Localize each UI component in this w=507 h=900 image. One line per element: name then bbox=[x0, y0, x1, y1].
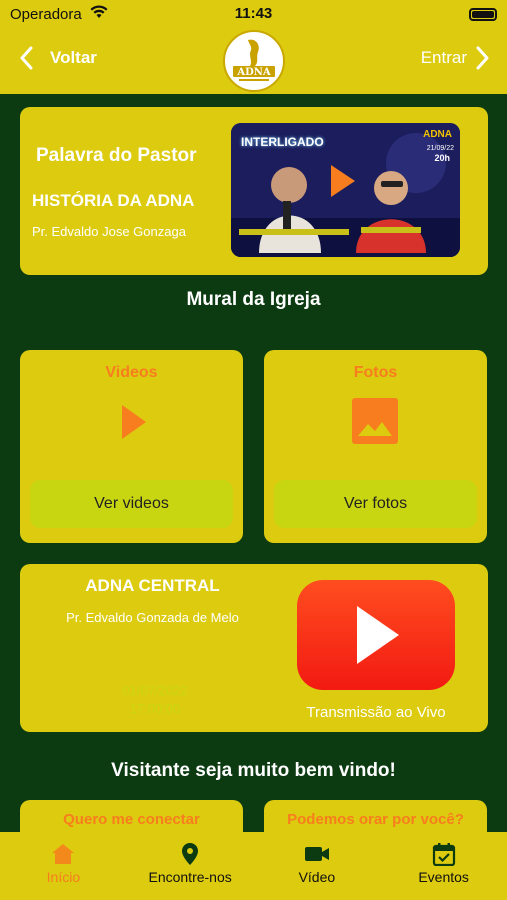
video-thumbnail[interactable]: INTERLIGADO ADNA 21/09/22 20h bbox=[231, 123, 460, 257]
thumbnail-logo-text: ADNA bbox=[423, 129, 452, 140]
chevron-left-icon bbox=[20, 46, 33, 70]
tab-find-us-label: Encontre-nos bbox=[148, 869, 232, 885]
calendar-icon bbox=[432, 843, 455, 866]
enter-label: Entrar bbox=[420, 48, 467, 67]
pastor-card-title: Palavra do Pastor bbox=[36, 145, 197, 166]
welcome-message: Visitante seja muito bem vindo! bbox=[111, 760, 396, 781]
photos-card: Fotos Ver fotos bbox=[264, 350, 487, 543]
thumbnail-hour: 20h bbox=[434, 153, 450, 163]
tab-home[interactable]: Início bbox=[0, 832, 127, 900]
tab-find-us[interactable]: Encontre-nos bbox=[127, 832, 254, 900]
live-stream-label: Transmissão ao Vivo bbox=[306, 704, 446, 721]
enter-button[interactable]: Entrar bbox=[421, 46, 489, 70]
svg-text:ADNA: ADNA bbox=[236, 67, 271, 78]
home-icon bbox=[52, 844, 75, 864]
videos-label: Videos bbox=[105, 364, 158, 381]
image-icon bbox=[352, 398, 398, 444]
pastor-word-card[interactable]: Palavra do Pastor HISTÓRIA DA ADNA Pr. E… bbox=[20, 107, 488, 275]
videos-card: Videos Ver videos bbox=[20, 350, 243, 543]
tab-events[interactable]: Eventos bbox=[380, 832, 507, 900]
tab-video-label: Vídeo bbox=[298, 869, 336, 885]
central-time: 17:00:00 bbox=[129, 701, 181, 716]
central-date: 01/07/2022 bbox=[122, 683, 188, 698]
mural-title: Mural da Igreja bbox=[186, 289, 321, 310]
photos-label: Fotos bbox=[353, 364, 398, 381]
status-bar: Operadora 11:43 bbox=[0, 0, 507, 28]
back-button[interactable]: Voltar bbox=[20, 46, 97, 70]
youtube-play-button[interactable] bbox=[297, 580, 455, 690]
see-videos-button[interactable]: Ver videos bbox=[30, 480, 233, 528]
battery-icon bbox=[469, 8, 497, 21]
tab-video[interactable]: Vídeo bbox=[254, 832, 381, 900]
tab-events-label: Eventos bbox=[418, 869, 469, 885]
play-icon bbox=[357, 606, 399, 664]
back-label: Voltar bbox=[50, 48, 97, 67]
central-pastor: Pr. Edvaldo Gonzada de Melo bbox=[66, 610, 239, 625]
central-title: ADNA CENTRAL bbox=[85, 576, 220, 595]
pastor-name: Pr. Edvaldo Jose Gonzaga bbox=[32, 224, 186, 239]
thumbnail-date: 21/09/22 bbox=[426, 145, 454, 152]
pastor-card-subtitle: HISTÓRIA DA ADNA bbox=[32, 191, 195, 210]
church-logo: ADNA bbox=[223, 30, 285, 92]
clock: 11:43 bbox=[234, 5, 273, 22]
prayer-label: Podemos orar por você? bbox=[287, 811, 464, 828]
video-camera-icon bbox=[304, 847, 329, 861]
tab-home-label: Início bbox=[46, 869, 81, 885]
chevron-right-icon bbox=[476, 46, 489, 70]
adna-central-card[interactable]: ADNA CENTRAL Pr. Edvaldo Gonzada de Melo… bbox=[20, 564, 488, 732]
top-bar: Operadora 11:43 Voltar ADNA Entrar bbox=[0, 0, 507, 94]
connect-label: Quero me conectar bbox=[63, 811, 200, 828]
central-datetime: 01/07/2022 17:00:00 bbox=[100, 682, 210, 718]
location-pin-icon bbox=[182, 843, 199, 865]
thumbnail-show-name: INTERLIGADO bbox=[241, 135, 324, 149]
see-photos-button[interactable]: Ver fotos bbox=[274, 480, 477, 528]
play-icon bbox=[122, 405, 146, 439]
tab-bar: Início Encontre-nos Vídeo Eventos bbox=[0, 832, 507, 900]
